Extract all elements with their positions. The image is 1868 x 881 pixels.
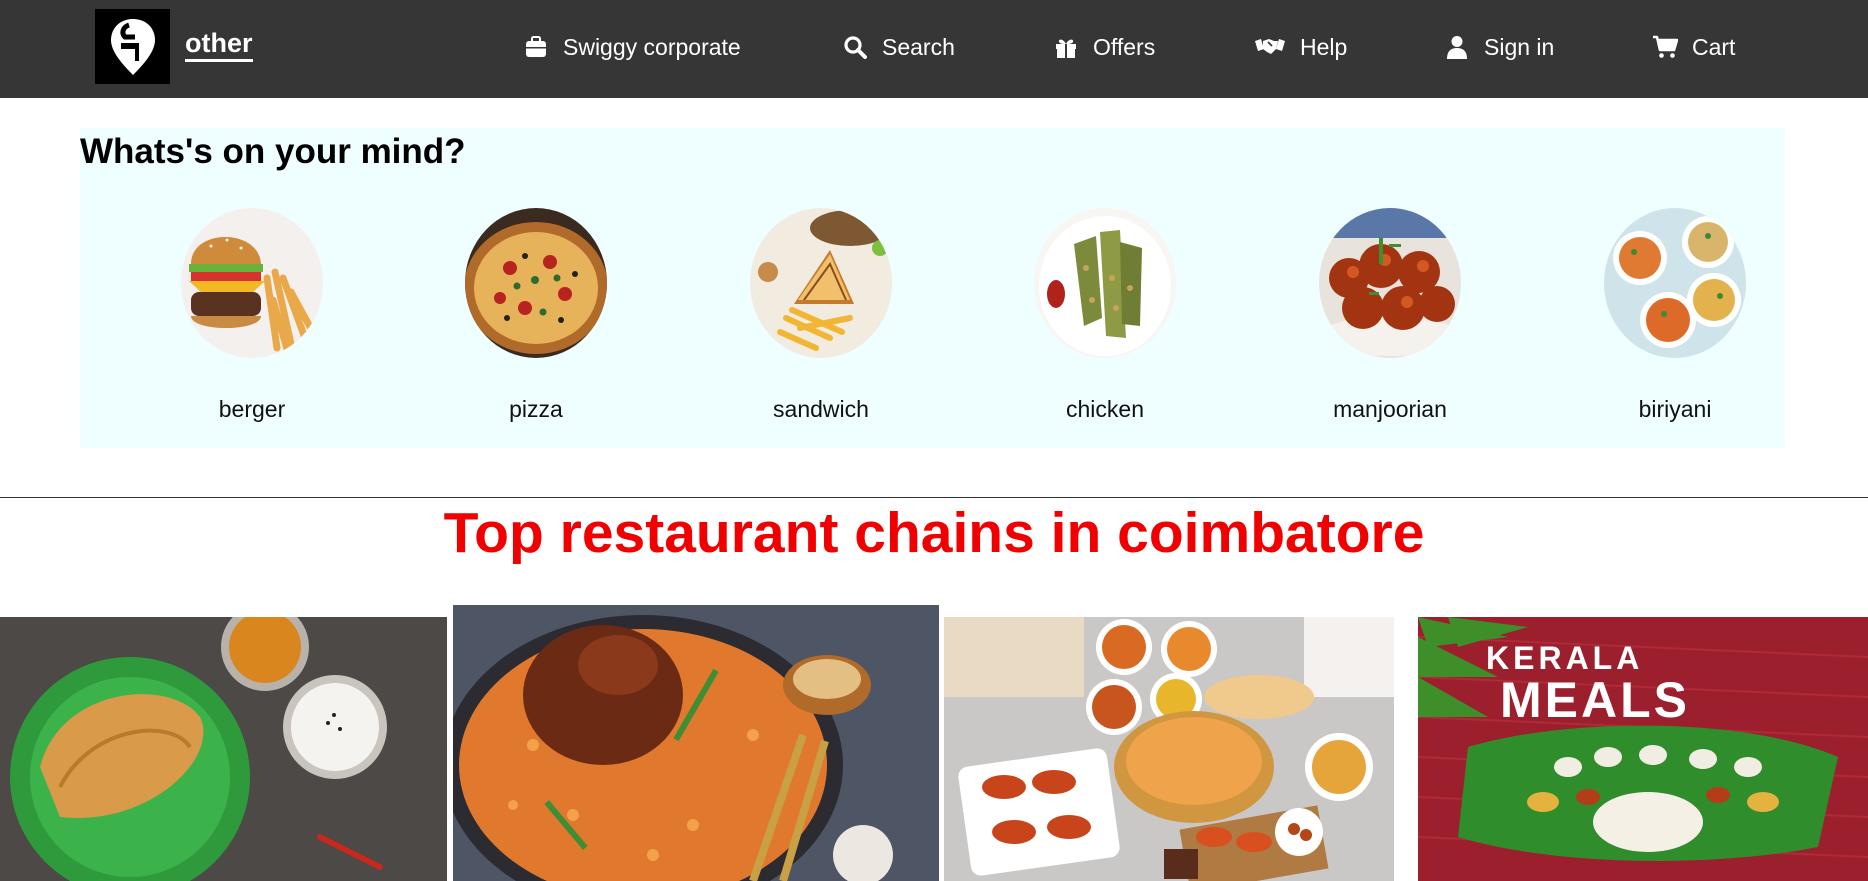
swiggy-logo[interactable] [95,9,170,84]
top-chains-title: Top restaurant chains in coimbatore [443,501,1425,565]
food-label: biriyani [1638,396,1712,422]
user-icon [1444,34,1470,60]
location-link[interactable]: other [185,28,253,62]
food-item-chicken[interactable]: chicken [1025,208,1185,423]
nav-search[interactable]: Search [842,30,955,64]
kerala-meals-poster-text: MEALS [1500,672,1690,728]
food-item-biriyani[interactable]: biriyani [1595,208,1755,423]
nav-label: Offers [1093,33,1156,60]
dosa-image [0,617,447,881]
nav-offers[interactable]: Offers [1053,30,1155,64]
gift-icon [1053,34,1079,60]
restaurant-card-biryani[interactable] [453,605,939,881]
nav-cart[interactable]: Cart [1652,30,1735,64]
chicken-image [1034,208,1176,358]
section-divider [0,497,1868,498]
biryani-image [1604,208,1746,358]
handshake-icon [1254,34,1286,60]
cart-icon [1652,34,1678,60]
nav-label: Swiggy corporate [563,33,741,60]
food-label: pizza [509,396,563,422]
sandwich-image [750,208,892,358]
food-item-sandwich[interactable]: sandwich [741,208,901,423]
food-item-manjoorian[interactable]: manjoorian [1310,208,1470,423]
manchurian-image [1319,208,1461,358]
restaurant-card-platter[interactable] [944,617,1394,881]
whats-on-your-mind-section: Whats's on your mind? berger pizza sandw… [80,128,1785,448]
top-nav-bar: other Swiggy corporate Search Offers Hel… [0,0,1868,98]
nav-help[interactable]: Help [1254,30,1347,64]
food-label: chicken [1066,396,1144,422]
platter-image [944,617,1394,881]
restaurant-card-kerala-meals[interactable]: KERALA MEALS [1418,617,1868,881]
nav-sign-in[interactable]: Sign in [1444,30,1554,64]
pizza-image [465,208,607,358]
food-label: manjoorian [1333,396,1447,422]
kerala-meals-poster-text: KERALA [1486,640,1643,676]
nav-swiggy-corporate[interactable]: Swiggy corporate [523,30,741,64]
nav-label: Sign in [1484,33,1555,60]
kerala-meals-image: KERALA MEALS [1418,617,1868,881]
food-item-berger[interactable]: berger [172,208,332,423]
nav-label: Search [882,33,955,60]
nav-label: Help [1300,33,1348,60]
briefcase-icon [523,34,549,60]
food-label: berger [218,396,286,422]
food-item-pizza[interactable]: pizza [456,208,616,423]
search-icon [842,34,868,60]
burger-image [181,208,323,358]
food-label: sandwich [773,396,869,422]
chicken-biryani-image [453,605,939,881]
nav-label: Cart [1692,33,1736,60]
section-title: Whats's on your mind? [80,132,466,171]
restaurant-card-dosa[interactable] [0,617,447,881]
